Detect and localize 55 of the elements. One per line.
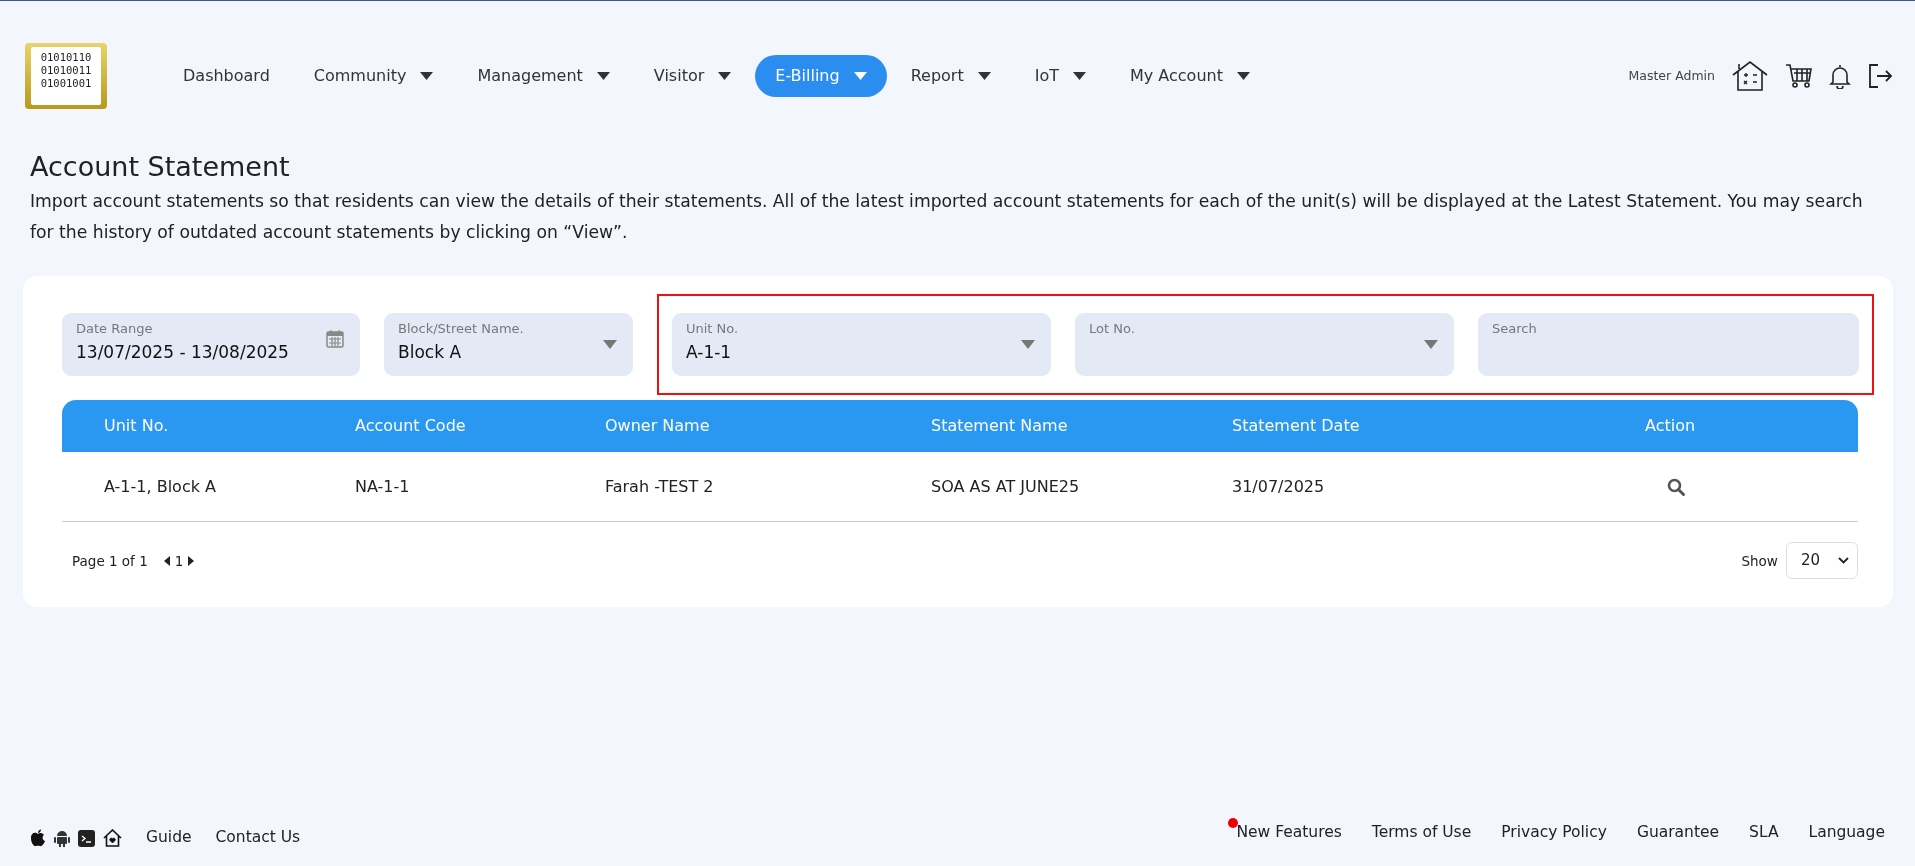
page-info: Page 1 of 1: [72, 551, 148, 571]
nav-menu-item[interactable]: Report: [890, 55, 1011, 97]
logo: 01010110 01010011 01001001: [25, 43, 107, 109]
nav-menu-item[interactable]: Management: [457, 55, 630, 97]
dropdown-field[interactable]: Block/Street Name. Block A: [384, 313, 633, 377]
nav-menu-item[interactable]: Visitor: [633, 55, 752, 97]
page-size-select[interactable]: 20: [1785, 542, 1858, 579]
home-heart-icon[interactable]: [103, 829, 122, 847]
next-page-icon[interactable]: [187, 555, 195, 566]
dropdown-field[interactable]: Lot No.: [1075, 313, 1454, 377]
column-header: Owner Name: [605, 415, 711, 438]
column-header: Unit No.: [103, 415, 170, 438]
column-header: Statement Date: [1232, 415, 1361, 438]
caret-icon: [1424, 340, 1438, 350]
cart-icon[interactable]: [1785, 63, 1813, 89]
table-cell-text: 31/07/2025: [1232, 475, 1326, 498]
house-calculator-icon[interactable]: [1731, 60, 1769, 92]
search-field[interactable]: Search: [1478, 313, 1859, 377]
nav-menu-item[interactable]: Dashboard: [163, 55, 290, 97]
apple-icon[interactable]: [30, 829, 46, 847]
nav-menu-item[interactable]: Community: [293, 55, 454, 97]
logout-icon[interactable]: [1867, 63, 1893, 89]
user-name: Master Admin: [1628, 66, 1715, 85]
footer-link[interactable]: Privacy Policy: [1501, 823, 1607, 842]
table-cell-text: SOA AS AT JUNE25: [931, 475, 1081, 498]
footer-link[interactable]: SLA: [1749, 823, 1779, 842]
footer-link[interactable]: New Features: [1236, 823, 1342, 842]
caret-icon: [603, 340, 617, 350]
footer-link[interactable]: Contact Us: [215, 826, 301, 850]
chevron-down-icon: [1838, 557, 1849, 565]
search-icon[interactable]: [1667, 478, 1685, 497]
column-header: Account Code: [355, 415, 467, 438]
terminal-icon[interactable]: [78, 829, 95, 847]
footer-link[interactable]: Language: [1808, 823, 1885, 842]
bell-icon[interactable]: [1829, 63, 1851, 89]
show-label: Show: [1741, 551, 1778, 571]
footer-link[interactable]: Guarantee: [1636, 823, 1720, 842]
previous-page-icon[interactable]: [163, 555, 171, 566]
footer-link[interactable]: Terms of Use: [1371, 823, 1472, 842]
calendar-icon[interactable]: [326, 329, 345, 349]
footer-link[interactable]: Guide: [146, 826, 192, 850]
nav-menu-item[interactable]: IoT: [1014, 55, 1106, 97]
android-icon[interactable]: [54, 829, 70, 847]
dropdown-field[interactable]: Unit No. A-1-1: [672, 313, 1051, 377]
column-header: Statement Name: [931, 415, 1069, 438]
page-description: Import account statements so that residents can view the details of their statements. All of the latest imported account statements for each of the unit(s) will be displayed at the Latest Statement. You may search for the history of outdated account statements by clicking on “View”.: [30, 190, 1864, 245]
table-cell-text: A-1-1, Block A: [103, 475, 217, 498]
caret-icon: [1021, 340, 1035, 350]
table-cell-text: Farah -TEST 2: [605, 475, 715, 498]
page-title: Account Statement: [30, 151, 291, 184]
page-number[interactable]: 1: [174, 550, 184, 571]
table-cell-text: NA-1-1: [355, 475, 411, 498]
date-range-field[interactable]: Date Range 13/07/2025 - 13/08/2025: [62, 313, 361, 377]
column-header: Action: [1645, 415, 1697, 438]
nav-menu-item[interactable]: My Account: [1110, 55, 1270, 97]
